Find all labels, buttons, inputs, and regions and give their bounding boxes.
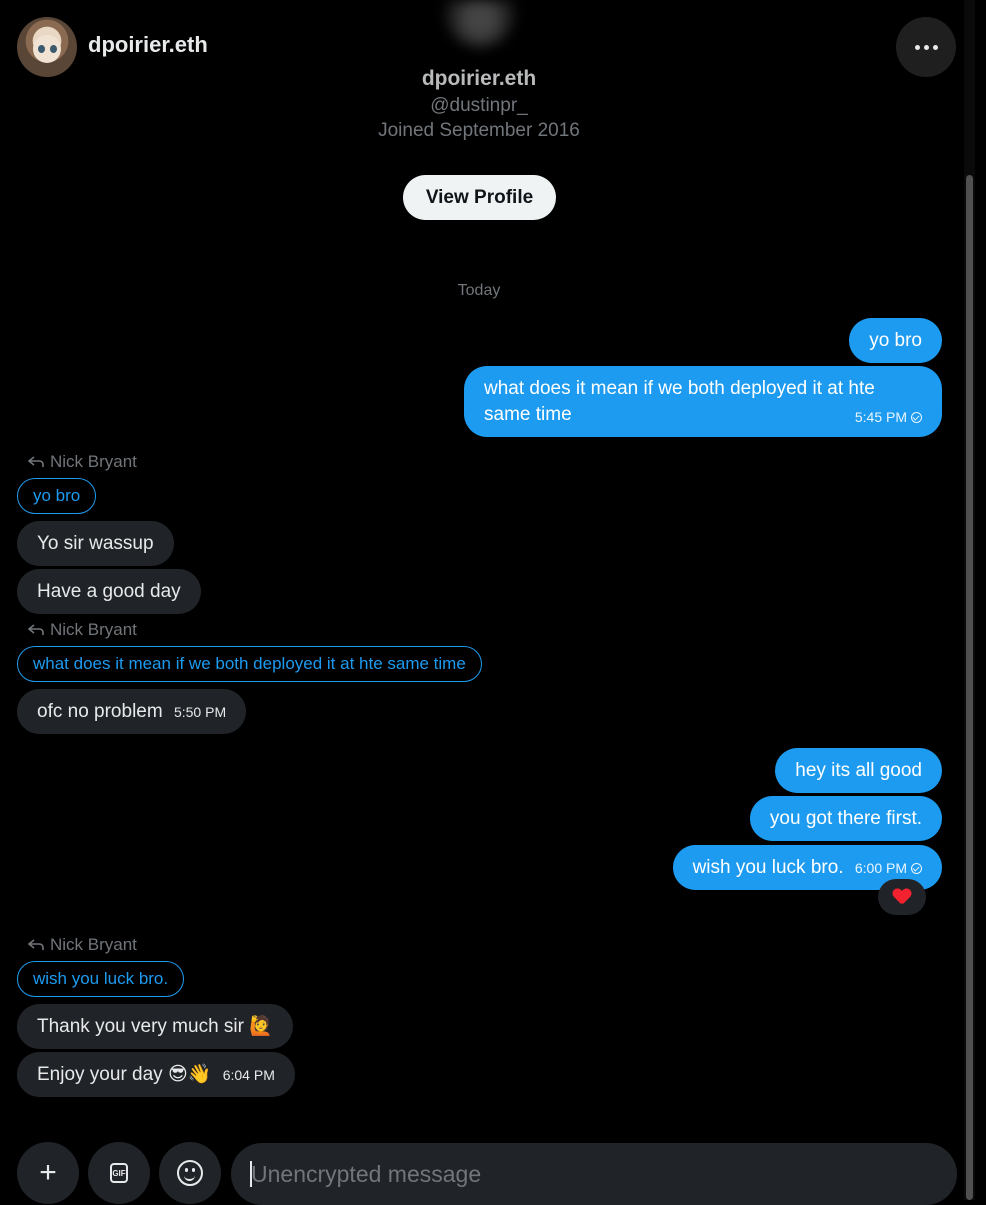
quoted-text: what does it mean if we both deployed it… bbox=[33, 654, 466, 673]
message-composer[interactable] bbox=[231, 1143, 957, 1205]
message-text: Thank you very much sir 🙋 bbox=[37, 1016, 273, 1037]
message-timestamp: 5:50 PM bbox=[173, 704, 227, 720]
message-text: yo bro bbox=[869, 330, 922, 351]
message-text: wish you luck bro. bbox=[692, 857, 844, 878]
message-timestamp: 6:04 PM bbox=[222, 1067, 275, 1083]
quoted-text: wish you luck bro. bbox=[33, 969, 169, 988]
profile-name: dpoirier.eth bbox=[421, 67, 537, 90]
sent-check-icon bbox=[911, 863, 922, 874]
reply-arrow-icon bbox=[28, 624, 44, 635]
quoted-message[interactable]: what does it mean if we both deployed it… bbox=[17, 646, 482, 682]
text-caret bbox=[250, 1161, 252, 1187]
sent-message[interactable]: what does it mean if we both deployed it… bbox=[464, 366, 942, 437]
emoji-button[interactable] bbox=[159, 1142, 221, 1204]
emoji-icon bbox=[177, 1160, 203, 1186]
heart-reaction-icon bbox=[893, 889, 911, 905]
gif-icon: GIF bbox=[110, 1163, 128, 1183]
message-text: you got there first. bbox=[769, 808, 922, 829]
view-profile-button[interactable]: View Profile bbox=[403, 175, 556, 220]
message-text: Yo sir wassup bbox=[37, 533, 154, 554]
message-text: ofc no problem bbox=[37, 701, 163, 722]
message-timestamp: 5:45 PM bbox=[854, 409, 907, 425]
quoted-message[interactable]: wish you luck bro. bbox=[17, 961, 185, 997]
reply-arrow-icon bbox=[28, 939, 44, 950]
quoted-text: yo bro bbox=[33, 486, 81, 505]
day-separator: Today bbox=[457, 282, 501, 299]
profile-handle: @dustinpr_ bbox=[430, 95, 528, 116]
add-media-button[interactable]: + bbox=[17, 1142, 79, 1204]
reply-arrow-icon bbox=[28, 456, 44, 467]
sent-message[interactable]: yo bro bbox=[849, 318, 942, 363]
profile-avatar bbox=[445, 0, 515, 48]
received-message[interactable]: Thank you very much sir 🙋 bbox=[17, 1004, 293, 1049]
sent-message[interactable]: you got there first. bbox=[749, 796, 942, 841]
more-horizontal-icon bbox=[913, 44, 940, 50]
sent-message[interactable]: hey its all good bbox=[775, 748, 942, 793]
received-message[interactable]: Enjoy your day 😎👋 6:04 PM bbox=[17, 1052, 295, 1097]
message-text-line: what does it mean if we both deployed it… bbox=[484, 378, 875, 399]
message-text: hey its all good bbox=[795, 760, 922, 781]
message-text: Have a good day bbox=[37, 581, 181, 602]
profile-joined-date: Joined September 2016 bbox=[378, 120, 580, 141]
sent-check-icon bbox=[911, 412, 922, 423]
message-timestamp: 6:00 PM bbox=[854, 860, 907, 876]
reply-label: Nick Bryant bbox=[28, 452, 137, 472]
scrollbar-thumb[interactable] bbox=[966, 175, 973, 1200]
message-text: Enjoy your day 😎👋 bbox=[37, 1064, 212, 1085]
reply-label: Nick Bryant bbox=[28, 620, 137, 640]
reply-to-name: Nick Bryant bbox=[50, 620, 137, 639]
plus-icon: + bbox=[39, 1156, 57, 1189]
reply-label: Nick Bryant bbox=[28, 935, 137, 955]
message-input[interactable] bbox=[249, 1159, 933, 1189]
gif-button[interactable]: GIF bbox=[88, 1142, 150, 1204]
conversation-title[interactable]: dpoirier.eth bbox=[88, 32, 208, 58]
reaction-badge[interactable] bbox=[878, 879, 926, 915]
reply-to-name: Nick Bryant bbox=[50, 452, 137, 471]
message-text-line: same time bbox=[484, 404, 572, 425]
received-message[interactable]: ofc no problem 5:50 PM bbox=[17, 689, 247, 734]
received-message[interactable]: Have a good day bbox=[17, 569, 201, 614]
quoted-message[interactable]: yo bro bbox=[17, 478, 97, 514]
received-message[interactable]: Yo sir wassup bbox=[17, 521, 174, 566]
reply-to-name: Nick Bryant bbox=[50, 935, 137, 954]
